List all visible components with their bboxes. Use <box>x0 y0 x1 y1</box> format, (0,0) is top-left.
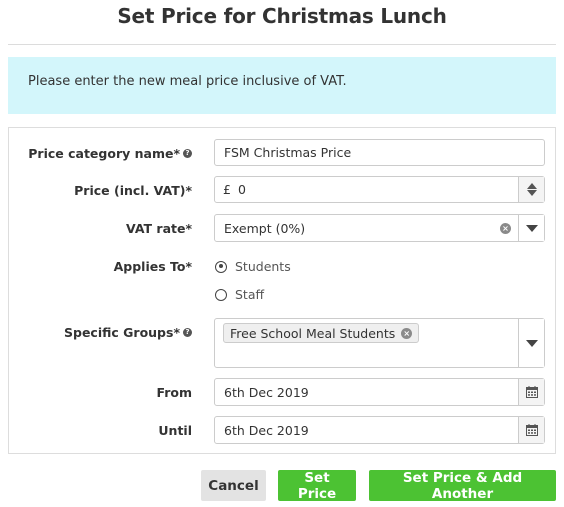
vat-rate-dropdown-button[interactable] <box>518 215 544 241</box>
from-date-value: 6th Dec 2019 <box>224 384 309 400</box>
price-category-label-text: Price category name* <box>28 146 180 161</box>
chevron-down-icon <box>526 340 538 347</box>
clear-selection-icon[interactable]: × <box>500 223 511 234</box>
until-date-value: 6th Dec 2019 <box>224 422 309 438</box>
price-label: Price (incl. VAT)* <box>74 183 192 198</box>
calendar-icon <box>526 386 538 398</box>
applies-to-label-text: Applies To* <box>113 259 192 274</box>
title-divider <box>8 44 556 45</box>
applies-to-label: Applies To* <box>114 259 192 274</box>
currency-symbol: £ <box>223 182 231 197</box>
price-label-text: Price (incl. VAT)* <box>74 183 192 198</box>
stepper-down-icon[interactable] <box>527 190 537 196</box>
from-calendar-button[interactable] <box>518 379 544 405</box>
price-value: 0 <box>237 182 246 197</box>
vat-rate-label-text: VAT rate* <box>126 221 192 236</box>
radio-students[interactable]: Students <box>215 259 291 274</box>
price-stepper[interactable] <box>518 177 544 202</box>
stepper-up-icon[interactable] <box>527 183 537 189</box>
until-date-input[interactable]: 6th Dec 2019 <box>214 416 545 444</box>
info-alert-text: Please enter the new meal price inclusiv… <box>28 74 347 89</box>
radio-students-label: Students <box>235 259 291 274</box>
radio-staff[interactable]: Staff <box>215 287 264 302</box>
radio-staff-label: Staff <box>235 287 265 302</box>
chevron-down-icon <box>526 225 538 232</box>
specific-groups-label: Specific Groups* ? <box>64 325 192 340</box>
page-title: Set Price for Christmas Lunch <box>117 4 447 28</box>
until-label-text: Until <box>158 423 192 438</box>
from-date-input[interactable]: 6th Dec 2019 <box>214 378 545 406</box>
question-circle-icon[interactable]: ? <box>183 328 192 337</box>
radio-selected-icon[interactable] <box>215 260 227 273</box>
price-category-value: FSM Christmas Price <box>224 145 352 160</box>
info-alert: Please enter the new meal price inclusiv… <box>8 57 556 114</box>
from-label-text: From <box>156 385 192 400</box>
price-input[interactable]: £ 0 <box>214 176 545 203</box>
specific-groups-multiselect[interactable]: Free School Meal Students × <box>214 318 545 368</box>
group-tag: Free School Meal Students × <box>223 323 420 343</box>
price-category-label: Price category name* ? <box>28 146 192 161</box>
question-circle-icon[interactable]: ? <box>183 149 192 158</box>
from-label: From <box>156 385 192 400</box>
until-calendar-button[interactable] <box>518 417 544 443</box>
specific-groups-dropdown-button[interactable] <box>518 319 544 367</box>
vat-rate-value: Exempt (0%) <box>224 220 306 236</box>
vat-rate-label: VAT rate* <box>126 221 192 236</box>
until-label: Until <box>158 423 192 438</box>
remove-tag-icon[interactable]: × <box>401 327 413 339</box>
price-category-input[interactable]: FSM Christmas Price <box>214 139 545 166</box>
set-price-button[interactable]: Set Price <box>278 470 356 502</box>
specific-groups-label-text: Specific Groups* <box>64 325 180 340</box>
group-tag-label: Free School Meal Students <box>230 325 396 341</box>
calendar-icon <box>526 424 538 436</box>
set-price-add-another-button[interactable]: Set Price & Add Another <box>369 470 556 502</box>
cancel-button[interactable]: Cancel <box>201 470 266 501</box>
radio-unselected-icon[interactable] <box>215 288 227 301</box>
vat-rate-select[interactable]: Exempt (0%) × <box>214 214 545 242</box>
